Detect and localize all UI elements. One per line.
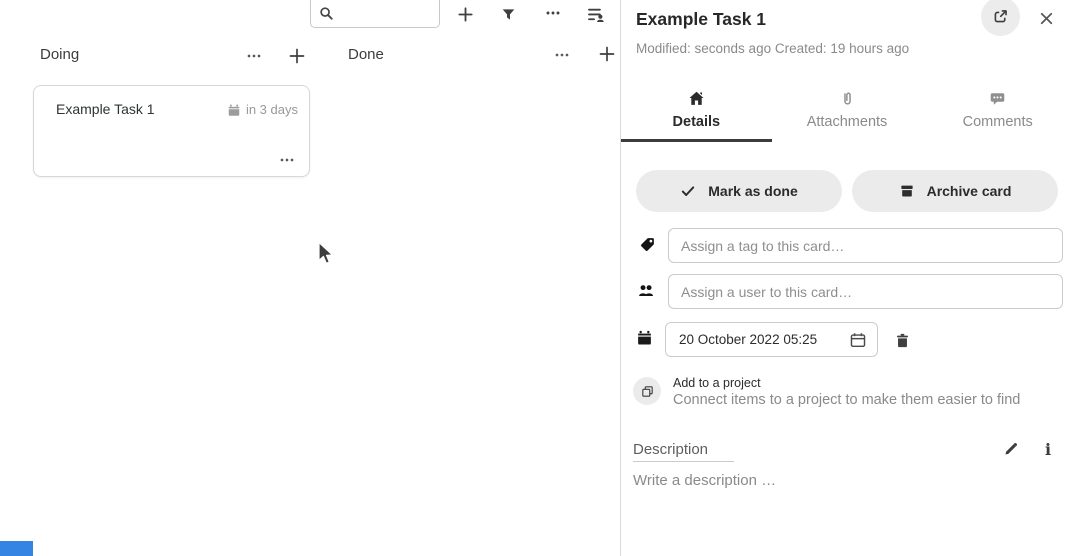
column-title-done: Done bbox=[348, 46, 384, 63]
description-info-button[interactable]: i bbox=[1036, 437, 1060, 461]
column-done-add-card-button[interactable] bbox=[594, 41, 620, 67]
more-icon bbox=[554, 47, 570, 63]
calendar-outline-icon bbox=[849, 331, 867, 349]
assign-user-input[interactable] bbox=[668, 274, 1063, 309]
open-in-window-button[interactable] bbox=[981, 0, 1020, 36]
date-picker-button[interactable] bbox=[844, 326, 872, 354]
panel-card-meta: Modified: seconds ago Created: 19 hours … bbox=[636, 41, 909, 56]
column-done-menu-button[interactable] bbox=[550, 43, 574, 67]
add-to-project-subtitle: Connect items to a project to make them … bbox=[673, 392, 1020, 408]
tab-attachments-label: Attachments bbox=[807, 114, 888, 130]
description-label: Description bbox=[633, 441, 708, 458]
tab-comments[interactable]: Comments bbox=[922, 84, 1073, 142]
column-doing-menu-button[interactable] bbox=[242, 44, 266, 68]
more-icon bbox=[279, 152, 295, 168]
comments-icon bbox=[989, 90, 1006, 107]
archive-card-button[interactable]: Archive card bbox=[852, 170, 1058, 212]
close-panel-button[interactable] bbox=[1035, 7, 1057, 29]
archive-icon bbox=[899, 183, 915, 199]
add-icon bbox=[457, 6, 474, 23]
mark-as-done-label: Mark as done bbox=[708, 183, 797, 199]
assigned-cards-view-button[interactable] bbox=[583, 2, 607, 26]
due-date-field[interactable]: 20 October 2022 05:25 bbox=[665, 322, 878, 357]
search-box[interactable] bbox=[310, 0, 440, 28]
pencil-icon bbox=[1003, 441, 1019, 457]
add-to-project-title: Add to a project bbox=[673, 376, 761, 390]
paperclip-icon bbox=[839, 90, 856, 107]
more-icon bbox=[246, 48, 262, 64]
more-icon bbox=[545, 5, 561, 21]
filter-icon bbox=[501, 7, 516, 22]
active-tab-indicator bbox=[621, 139, 772, 142]
card-due-date: in 3 days bbox=[227, 102, 298, 117]
card-due-label: in 3 days bbox=[246, 102, 298, 117]
card-detail-panel: Example Task 1 Modified: seconds ago Cre… bbox=[621, 0, 1073, 556]
edit-description-button[interactable] bbox=[999, 437, 1023, 461]
add-icon bbox=[598, 45, 616, 63]
external-link-icon bbox=[992, 8, 1009, 25]
tab-attachments[interactable]: Attachments bbox=[772, 84, 923, 142]
description-separator bbox=[633, 461, 734, 462]
home-icon bbox=[688, 90, 705, 107]
column-title-doing: Doing bbox=[40, 46, 79, 63]
column-doing-add-card-button[interactable] bbox=[284, 43, 310, 69]
description-placeholder[interactable]: Write a description … bbox=[633, 472, 776, 489]
archive-card-label: Archive card bbox=[927, 183, 1012, 199]
kanban-app-window: Doing Done Example Task 1 in 3 days bbox=[0, 0, 1073, 556]
info-icon: i bbox=[1045, 440, 1051, 459]
panel-tabs: Details Attachments Comments bbox=[621, 84, 1073, 142]
assignee-list-icon bbox=[587, 6, 604, 23]
add-icon bbox=[288, 47, 306, 65]
bottom-left-highlight bbox=[0, 541, 33, 556]
search-input[interactable] bbox=[339, 0, 435, 24]
trash-icon bbox=[894, 332, 911, 349]
card-example-task-1[interactable]: Example Task 1 in 3 days bbox=[33, 85, 310, 177]
board-menu-button[interactable] bbox=[541, 1, 565, 25]
panel-card-title: Example Task 1 bbox=[636, 9, 766, 30]
projects-icon bbox=[640, 384, 655, 399]
users-icon bbox=[637, 282, 655, 299]
add-board-item-button[interactable] bbox=[453, 2, 477, 26]
mouse-cursor bbox=[317, 241, 337, 267]
remove-due-date-button[interactable] bbox=[889, 327, 915, 353]
calendar-icon bbox=[227, 103, 241, 117]
tab-details-label: Details bbox=[673, 114, 721, 130]
card-title: Example Task 1 bbox=[56, 101, 155, 117]
mark-as-done-button[interactable]: Mark as done bbox=[636, 170, 842, 212]
tab-details[interactable]: Details bbox=[621, 84, 772, 142]
calendar-icon bbox=[636, 329, 653, 346]
card-menu-button[interactable] bbox=[275, 149, 299, 171]
search-icon bbox=[319, 6, 334, 21]
projects-icon-badge bbox=[633, 377, 661, 405]
check-icon bbox=[680, 183, 696, 199]
filter-button[interactable] bbox=[496, 2, 520, 26]
assign-tag-input[interactable] bbox=[668, 228, 1063, 263]
close-icon bbox=[1038, 10, 1055, 27]
due-date-value: 20 October 2022 05:25 bbox=[679, 332, 844, 347]
tag-icon bbox=[639, 236, 656, 253]
tab-comments-label: Comments bbox=[963, 114, 1033, 130]
